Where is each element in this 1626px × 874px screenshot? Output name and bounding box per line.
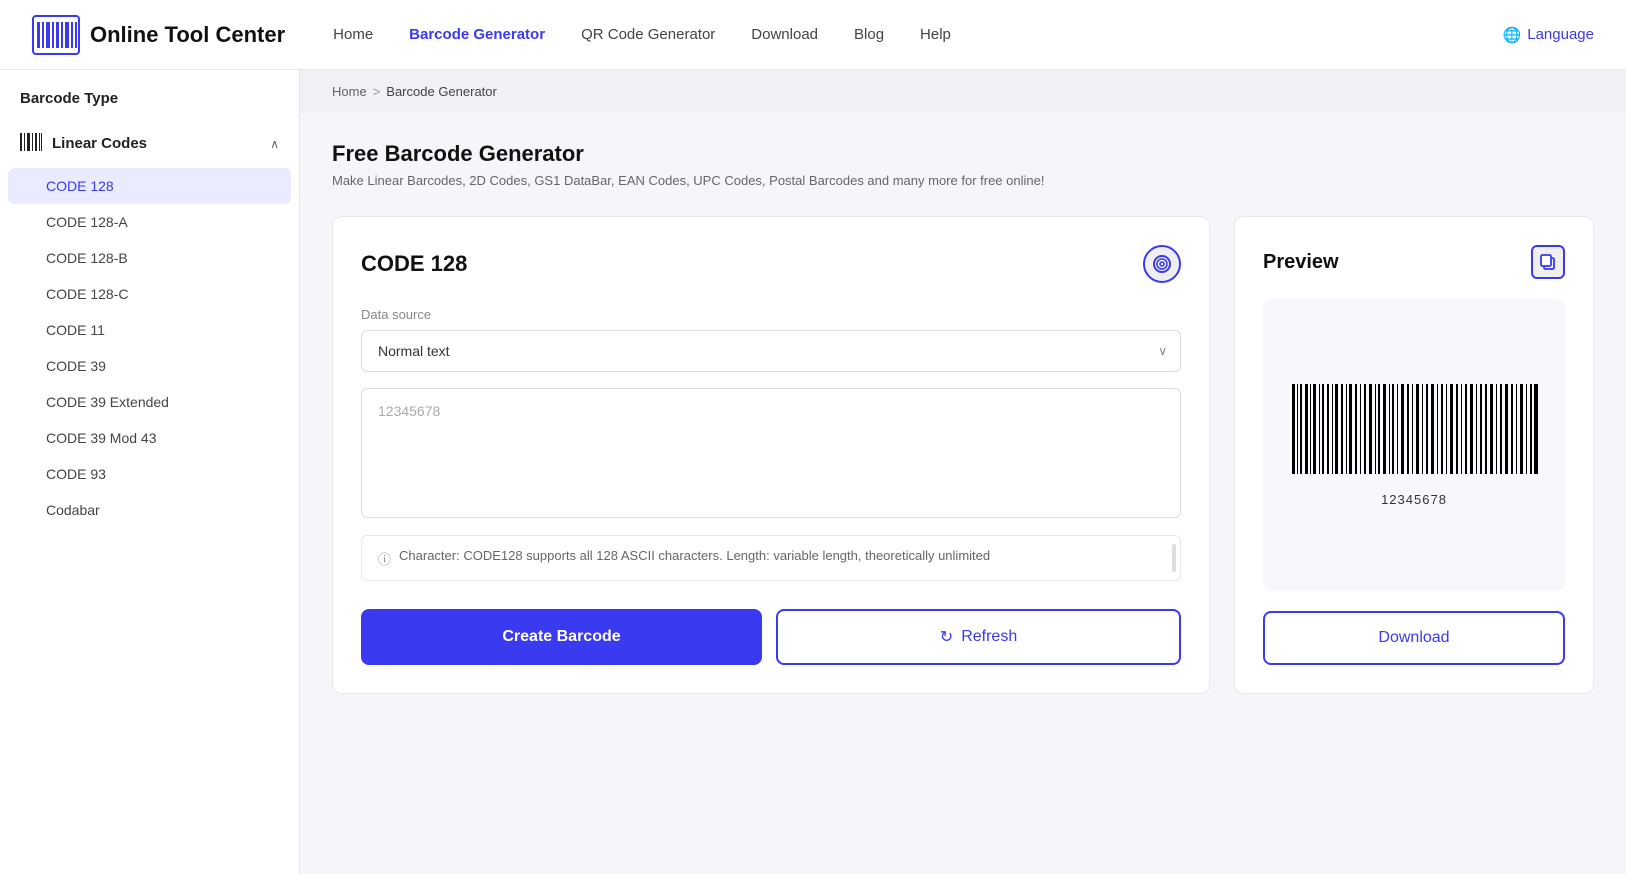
section-header-left: Linear Codes: [20, 133, 147, 154]
generator-card-title: CODE 128: [361, 251, 467, 277]
sidebar-item-code128c[interactable]: CODE 128-C: [0, 276, 299, 312]
generator-card: CODE 128 Data source Normal text: [332, 216, 1210, 694]
logo-text: Online Tool Center: [90, 22, 285, 48]
nav-download[interactable]: Download: [751, 26, 818, 43]
sidebar-item-code39ext[interactable]: CODE 39 Extended: [0, 384, 299, 420]
create-barcode-button[interactable]: Create Barcode: [361, 609, 762, 665]
page-subtitle: Make Linear Barcodes, 2D Codes, GS1 Data…: [332, 173, 1594, 188]
sidebar-item-code128b[interactable]: CODE 128-B: [0, 240, 299, 276]
sidebar-item-code128a[interactable]: CODE 128-A: [0, 204, 299, 240]
sidebar-item-code11[interactable]: CODE 11: [0, 312, 299, 348]
sidebar-item-code128[interactable]: CODE 128: [8, 168, 291, 204]
refresh-label: Refresh: [961, 628, 1017, 646]
nav-blog[interactable]: Blog: [854, 26, 884, 43]
globe-icon: 🌐: [1503, 26, 1522, 44]
preview-header: Preview: [1263, 245, 1565, 279]
sidebar: Barcode Type Linear Codes ∧: [0, 70, 300, 874]
info-text: Character: CODE128 supports all 128 ASCI…: [399, 548, 990, 563]
barcode-data-input[interactable]: 12345678: [361, 388, 1181, 518]
linear-codes-label: Linear Codes: [52, 135, 147, 152]
scrollbar[interactable]: [1172, 544, 1176, 572]
data-source-select-wrapper: Normal text Hexadecimal Base64 ∨: [361, 330, 1181, 372]
barcode-svg: [1284, 384, 1544, 484]
refresh-icon: ↻: [940, 627, 953, 647]
breadcrumb: Home > Barcode Generator: [300, 70, 1626, 113]
barcode-image: 12345678: [1284, 384, 1544, 507]
header: Online Tool Center Home Barcode Generato…: [0, 0, 1626, 70]
content-area: Free Barcode Generator Make Linear Barco…: [300, 113, 1626, 722]
barcode-value-label: 12345678: [1381, 492, 1447, 507]
layout: Barcode Type Linear Codes ∧: [0, 70, 1626, 874]
breadcrumb-separator: >: [373, 84, 381, 99]
card-header: CODE 128: [361, 245, 1181, 283]
settings-icon-button[interactable]: [1143, 245, 1181, 283]
barcode-type-list: CODE 128 CODE 128-A CODE 128-B CODE 128-…: [0, 164, 299, 532]
info-box: ⓘ Character: CODE128 supports all 128 AS…: [361, 535, 1181, 581]
language-label: Language: [1527, 26, 1594, 43]
linear-codes-icon: [20, 133, 42, 154]
refresh-button[interactable]: ↻ Refresh: [776, 609, 1181, 665]
action-buttons: Create Barcode ↻ Refresh: [361, 609, 1181, 665]
sidebar-title: Barcode Type: [0, 90, 299, 123]
sidebar-item-code39mod43[interactable]: CODE 39 Mod 43: [0, 420, 299, 456]
linear-codes-section[interactable]: Linear Codes ∧: [0, 123, 299, 164]
data-source-select[interactable]: Normal text Hexadecimal Base64: [361, 330, 1181, 372]
nav-barcode-generator[interactable]: Barcode Generator: [409, 26, 545, 43]
sidebar-item-code39[interactable]: CODE 39: [0, 348, 299, 384]
page-title: Free Barcode Generator: [332, 141, 1594, 167]
data-source-label: Data source: [361, 307, 1181, 322]
language-selector[interactable]: 🌐 Language: [1503, 26, 1594, 44]
copy-icon: [1540, 254, 1556, 270]
download-button[interactable]: Download: [1263, 611, 1565, 665]
logo-area: Online Tool Center: [32, 15, 285, 55]
breadcrumb-home[interactable]: Home: [332, 84, 367, 99]
main-content: Home > Barcode Generator Free Barcode Ge…: [300, 70, 1626, 874]
sidebar-item-codabar[interactable]: Codabar: [0, 492, 299, 528]
sidebar-item-code93[interactable]: CODE 93: [0, 456, 299, 492]
breadcrumb-current: Barcode Generator: [386, 84, 497, 99]
preview-card: Preview: [1234, 216, 1594, 694]
nav-home[interactable]: Home: [333, 26, 373, 43]
target-icon: [1153, 255, 1171, 273]
copy-button[interactable]: [1531, 245, 1565, 279]
logo-icon: [32, 15, 80, 55]
barcode-preview-area: 12345678: [1263, 299, 1565, 591]
two-col-layout: CODE 128 Data source Normal text: [332, 216, 1594, 694]
section-chevron-icon: ∧: [270, 137, 279, 151]
nav-qr-generator[interactable]: QR Code Generator: [581, 26, 715, 43]
main-nav: Home Barcode Generator QR Code Generator…: [333, 26, 1594, 44]
nav-help[interactable]: Help: [920, 26, 951, 43]
info-icon: ⓘ: [378, 549, 391, 568]
preview-title: Preview: [1263, 251, 1339, 274]
